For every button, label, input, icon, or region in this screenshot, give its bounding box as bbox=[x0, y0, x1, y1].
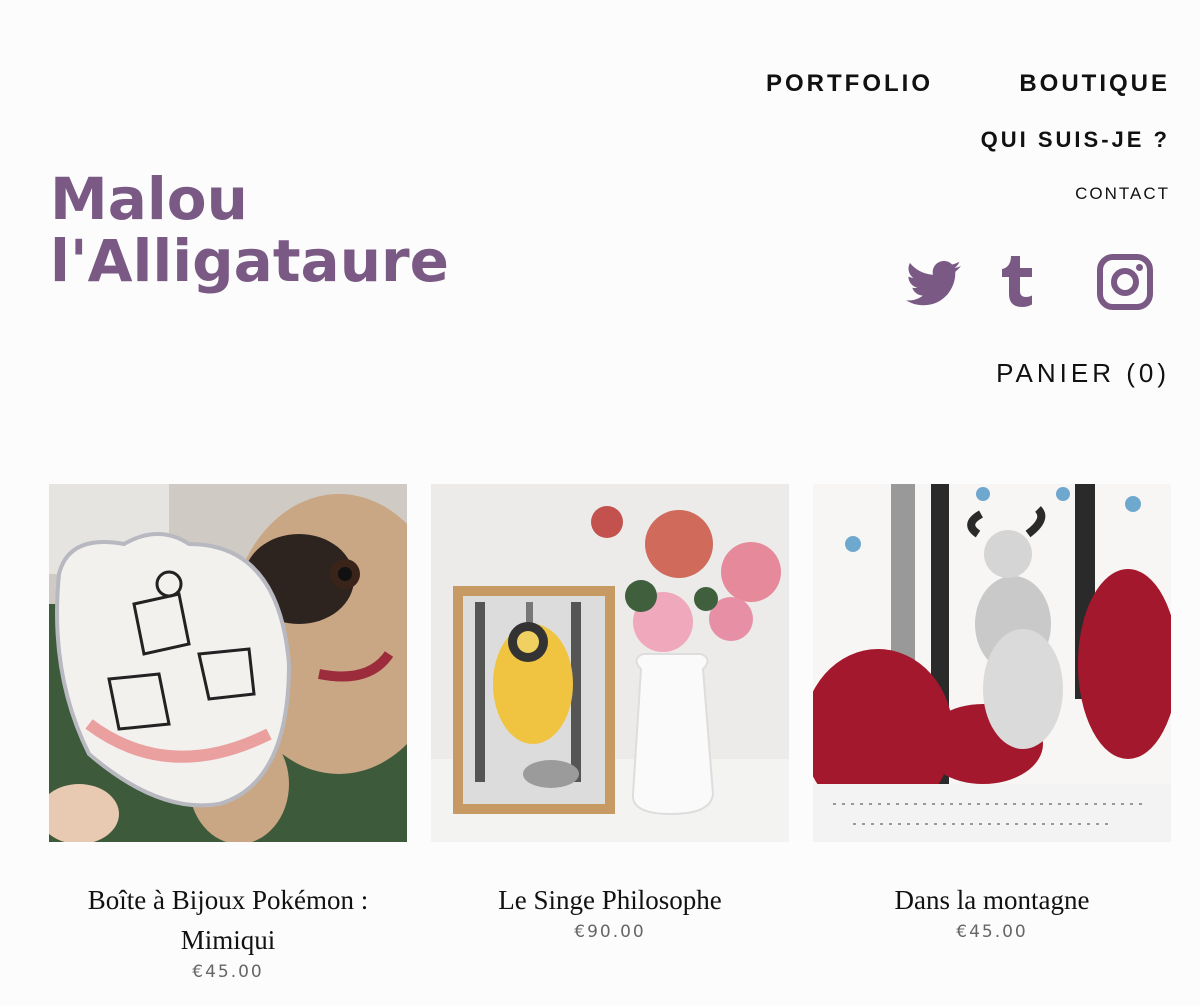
nav-portfolio[interactable]: PORTFOLIO bbox=[766, 70, 933, 98]
nav-boutique[interactable]: BOUTIQUE bbox=[1019, 70, 1170, 98]
logo-line-2: l'Alligataure bbox=[50, 227, 449, 295]
product-title[interactable]: Dans la montagne bbox=[823, 880, 1161, 920]
product-title[interactable]: Boîte à Bijoux Pokémon : Mimiqui bbox=[59, 880, 397, 960]
product-card[interactable]: Boîte à Bijoux Pokémon : Mimiqui €45.00 bbox=[49, 484, 407, 982]
tumblr-icon bbox=[1002, 256, 1032, 307]
product-image[interactable] bbox=[813, 484, 1171, 842]
product-price: €45.00 bbox=[192, 962, 264, 982]
twitter-icon bbox=[906, 261, 961, 306]
product-card[interactable]: Dans la montagne €45.00 bbox=[813, 484, 1171, 942]
product-image[interactable] bbox=[49, 484, 407, 842]
main-nav: PORTFOLIO BOUTIQUE QUI SUIS-JE ? CONTACT… bbox=[670, 0, 1170, 420]
product-price: €45.00 bbox=[956, 922, 1028, 942]
tumblr-link[interactable] bbox=[990, 252, 1050, 312]
instagram-link[interactable] bbox=[1095, 252, 1155, 312]
logo-line-1: Malou bbox=[50, 165, 248, 233]
cart-link[interactable]: PANIER (0) bbox=[996, 358, 1170, 389]
product-price: €90.00 bbox=[574, 922, 646, 942]
twitter-link[interactable] bbox=[905, 252, 965, 312]
product-image[interactable] bbox=[431, 484, 789, 842]
site-logo[interactable]: Malou l'Alligataure bbox=[50, 168, 449, 292]
nav-qui-suis-je[interactable]: QUI SUIS-JE ? bbox=[981, 127, 1170, 153]
instagram-icon bbox=[1097, 254, 1153, 310]
product-card[interactable]: Le Singe Philosophe €90.00 bbox=[431, 484, 789, 942]
nav-contact[interactable]: CONTACT bbox=[1075, 184, 1170, 204]
product-title[interactable]: Le Singe Philosophe bbox=[441, 880, 779, 920]
